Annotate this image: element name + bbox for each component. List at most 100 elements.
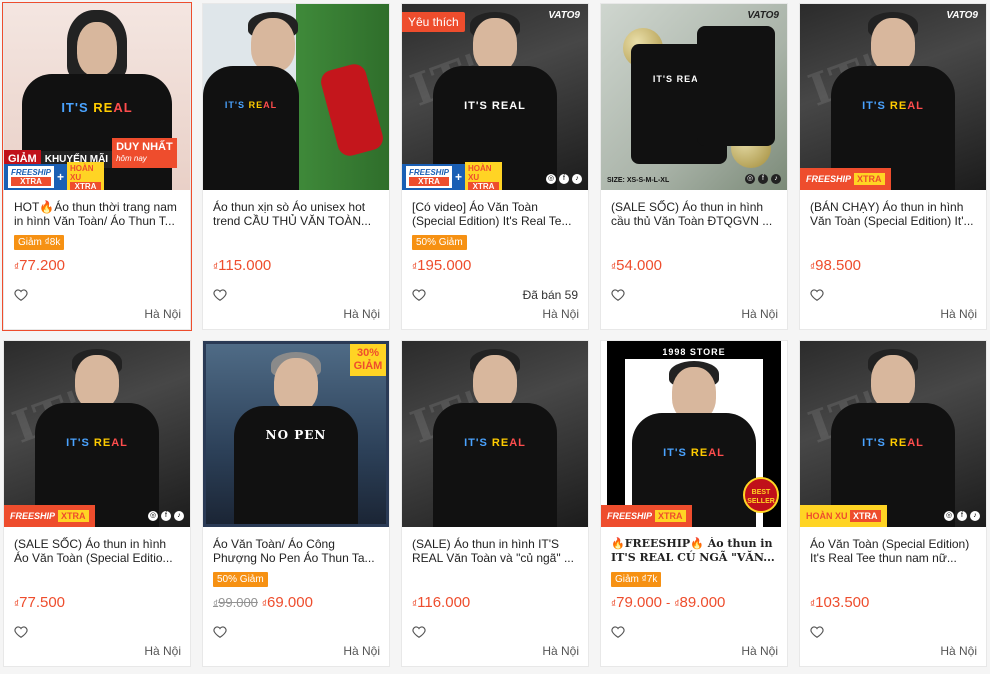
- meta-row: [14, 624, 180, 640]
- model-face: [473, 355, 517, 409]
- store-label: 1998 STORE: [662, 347, 726, 357]
- heart-icon[interactable]: [611, 288, 625, 302]
- tshirt: IT'S REAL: [203, 66, 299, 190]
- product-title[interactable]: (BÁN CHẠY) Áo thun in hình Văn Toàn (Spe…: [810, 200, 976, 228]
- product-card[interactable]: IT'S REAL Áo thun xịn sò Áo unisex hot t…: [202, 3, 390, 330]
- tag-row: [412, 569, 578, 586]
- product-title[interactable]: Áo thun xịn sò Áo unisex hot trend CẦU T…: [213, 200, 379, 228]
- product-card[interactable]: IT'S IT'S REAL HOÀN XU XTRA ◎f♪ Áo Văn T…: [799, 340, 987, 667]
- price-row: ₫ 116.000: [412, 594, 578, 614]
- meta-row: [810, 287, 976, 303]
- product-price: 77.500: [19, 594, 66, 611]
- freeship-xtra-badge: FREESHIP XTRA: [406, 166, 453, 188]
- plus-icon: +: [455, 170, 463, 184]
- heart-icon[interactable]: [611, 625, 625, 639]
- promo-duy-nhat: DUY NHẤT hôm nay: [112, 138, 177, 168]
- product-image[interactable]: IT'S IT'S REAL FREESHIPXTRA ◎f♪: [4, 341, 190, 527]
- shirt-print: IT'S REAL: [464, 100, 526, 112]
- brand-logo: VATO9: [946, 10, 978, 21]
- heart-icon[interactable]: [412, 288, 426, 302]
- price-row: ₫ 77.200: [14, 257, 180, 277]
- product-title[interactable]: (SALE SỐC) Áo thun in hình Áo Văn Toàn (…: [14, 537, 180, 565]
- freeship-strip: FREESHIP XTRA: [601, 505, 692, 527]
- product-info: (SALE SỐC) Áo thun in hình cầu thủ Văn T…: [601, 190, 787, 303]
- shop-location: Hà Nội: [741, 644, 778, 658]
- product-image[interactable]: NO PEN 30% GIẢM: [203, 341, 389, 527]
- heart-icon[interactable]: [14, 288, 28, 302]
- product-card[interactable]: IT'S IT'S REAL VATO9 FREESHIPXTRA (BÁN C…: [799, 3, 987, 330]
- product-card[interactable]: IT'S IT'S REAL (SALE) Áo thun in hình IT…: [401, 340, 589, 667]
- shirt-print: IT'S REAL: [862, 100, 924, 112]
- product-image[interactable]: IT'S IT'S REAL Yêu thích VATO9 FREESHIPX…: [402, 4, 588, 190]
- brand-logo: VATO9: [747, 10, 779, 21]
- product-image[interactable]: 1998 STORE IT'S REAL BEST SELLER FREESHI…: [601, 341, 787, 527]
- product-title[interactable]: (SALE) Áo thun in hình IT'S REAL Văn Toà…: [412, 537, 578, 565]
- freeship-xtra-badge: FREESHIP XTRA: [8, 166, 55, 188]
- product-image[interactable]: IT'S IT'S REAL VATO9 FREESHIPXTRA: [800, 4, 986, 190]
- black-frame-left: [607, 341, 625, 527]
- meta-row: [810, 624, 976, 640]
- heart-icon[interactable]: [810, 625, 824, 639]
- product-image[interactable]: IT'S REAL VATO9 SIZE: XS-S-M-L-XL ◎f♪: [601, 4, 787, 190]
- product-price: 115.000: [218, 257, 272, 274]
- product-info: [Có video] Áo Văn Toàn (Special Edition)…: [402, 190, 588, 303]
- hoanxu-badge: HOÀN XU XTRA: [800, 505, 887, 527]
- model-face: [251, 18, 295, 72]
- product-image[interactable]: IT'S REAL: [203, 4, 389, 190]
- heart-icon[interactable]: [14, 625, 28, 639]
- shop-location: Hà Nội: [542, 644, 579, 658]
- price-row: ₫ 195.000: [412, 257, 578, 277]
- shop-location: Hà Nội: [940, 307, 977, 321]
- facebook-icon: f: [758, 174, 768, 184]
- product-info: HOT🔥Áo thun thời trang nam in hình Văn T…: [4, 190, 190, 303]
- product-title[interactable]: (SALE SỐC) Áo thun in hình cầu thủ Văn T…: [611, 200, 777, 228]
- shirt-print: IT'S REAL: [862, 437, 924, 449]
- product-card[interactable]: IT'S IT'S REAL FREESHIPXTRA ◎f♪ (SALE SỐ…: [3, 340, 191, 667]
- discount-tag: Giảm ₫7k: [611, 572, 662, 587]
- product-title[interactable]: HOT🔥Áo thun thời trang nam in hình Văn T…: [14, 200, 180, 228]
- product-info: Áo thun xịn sò Áo unisex hot trend CẦU T…: [203, 190, 389, 303]
- discount-tag: 50% Giảm: [213, 572, 268, 587]
- tag-row: [213, 232, 379, 249]
- shop-location: Hà Nội: [144, 307, 181, 321]
- product-price-max: 89.000: [679, 594, 726, 611]
- meta-row: [412, 624, 578, 640]
- tag-row: 50% Giảm: [412, 232, 578, 250]
- product-card[interactable]: 1998 STORE IT'S REAL BEST SELLER FREESHI…: [600, 340, 788, 667]
- shirt-print: IT'S REAL: [61, 100, 133, 115]
- product-title[interactable]: 🔥FREESHIP🔥 Áo thun in IT'S REAL CÚ NGÃ "…: [611, 537, 777, 565]
- product-price: 77.200: [19, 257, 66, 274]
- hoanxu-strip: HOÀN XU XTRA: [800, 505, 887, 527]
- footballer-photo: [318, 61, 386, 159]
- product-card[interactable]: NO PEN 30% GIẢM Áo Văn Toàn/ Áo Công Phượ…: [202, 340, 390, 667]
- product-image[interactable]: IT'S REAL GIẢM KHUYẾN MÃI DUY NHẤT hôm na…: [4, 4, 190, 190]
- product-image[interactable]: IT'S IT'S REAL: [402, 341, 588, 527]
- instagram-icon: ◎: [546, 174, 556, 184]
- model-face: [75, 355, 119, 409]
- product-card[interactable]: IT'S IT'S REAL Yêu thích VATO9 FREESHIPX…: [401, 3, 589, 330]
- tiktok-icon: ♪: [771, 174, 781, 184]
- heart-icon[interactable]: [213, 625, 227, 639]
- price-row: ₫ 98.500: [810, 257, 976, 277]
- product-card[interactable]: IT'S REAL GIẢM KHUYẾN MÃI DUY NHẤT hôm na…: [2, 2, 192, 331]
- heart-icon[interactable]: [213, 288, 227, 302]
- product-info: (BÁN CHẠY) Áo thun in hình Văn Toàn (Spe…: [800, 190, 986, 303]
- product-title[interactable]: [Có video] Áo Văn Toàn (Special Edition)…: [412, 200, 578, 228]
- heart-icon[interactable]: [412, 625, 426, 639]
- product-price: 103.500: [815, 594, 870, 611]
- social-icons: ◎ f ♪: [745, 174, 781, 184]
- product-info: Áo Văn Toàn (Special Edition) It's Real …: [800, 527, 986, 640]
- heart-icon[interactable]: [810, 288, 824, 302]
- model-face: [473, 18, 517, 72]
- shop-location: Hà Nội: [542, 307, 579, 321]
- tag-row: [611, 232, 777, 249]
- product-image[interactable]: IT'S IT'S REAL HOÀN XU XTRA ◎f♪: [800, 341, 986, 527]
- freeship-badge: FREESHIP XTRA: [601, 505, 692, 527]
- product-title[interactable]: Áo Văn Toàn/ Áo Công Phượng No Pen Áo Th…: [213, 537, 379, 565]
- product-card[interactable]: IT'S REAL VATO9 SIZE: XS-S-M-L-XL ◎f♪ (S…: [600, 3, 788, 330]
- product-title[interactable]: Áo Văn Toàn (Special Edition) It's Real …: [810, 537, 976, 565]
- product-grid: IT'S REAL GIẢM KHUYẾN MÃI DUY NHẤT hôm na…: [0, 0, 990, 667]
- discount-tag: Giảm ₫8k: [14, 235, 65, 250]
- price-row: ₫ 115.000: [213, 257, 379, 277]
- shop-location: Hà Nội: [144, 644, 181, 658]
